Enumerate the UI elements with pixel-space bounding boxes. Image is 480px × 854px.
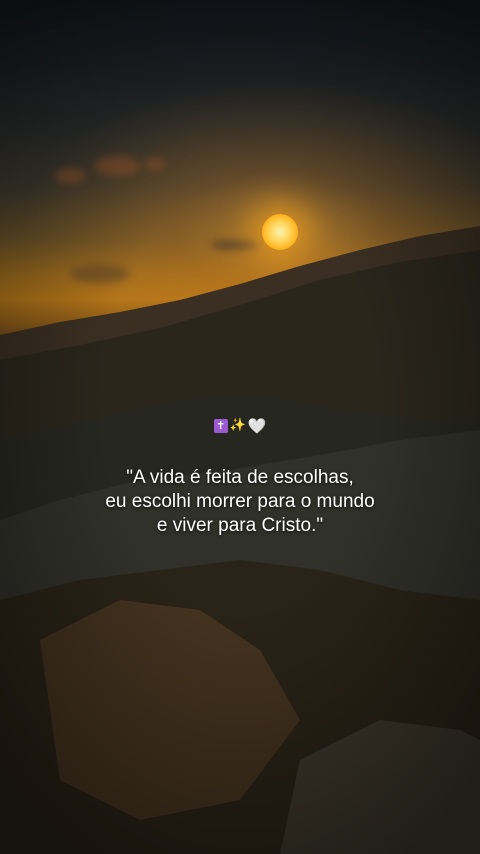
quote-text: "A vida é feita de escolhas, eu escolhi …: [20, 466, 460, 538]
white-heart-icon: 🤍: [247, 417, 267, 435]
emoji-row: ✝ ✨ 🤍: [0, 416, 480, 437]
quote-line: e viver para Cristo.": [156, 515, 324, 536]
sparkles-icon: ✨: [229, 418, 246, 433]
cross-icon: ✝: [213, 419, 228, 433]
quote-line: eu escolhi morrer para o mundo: [105, 491, 375, 512]
quote-line: "A vida é feita de escolhas,: [126, 467, 354, 488]
sunset-photo: ✝ ✨ 🤍 "A vida é feita de escolhas, eu esco…: [0, 0, 480, 854]
